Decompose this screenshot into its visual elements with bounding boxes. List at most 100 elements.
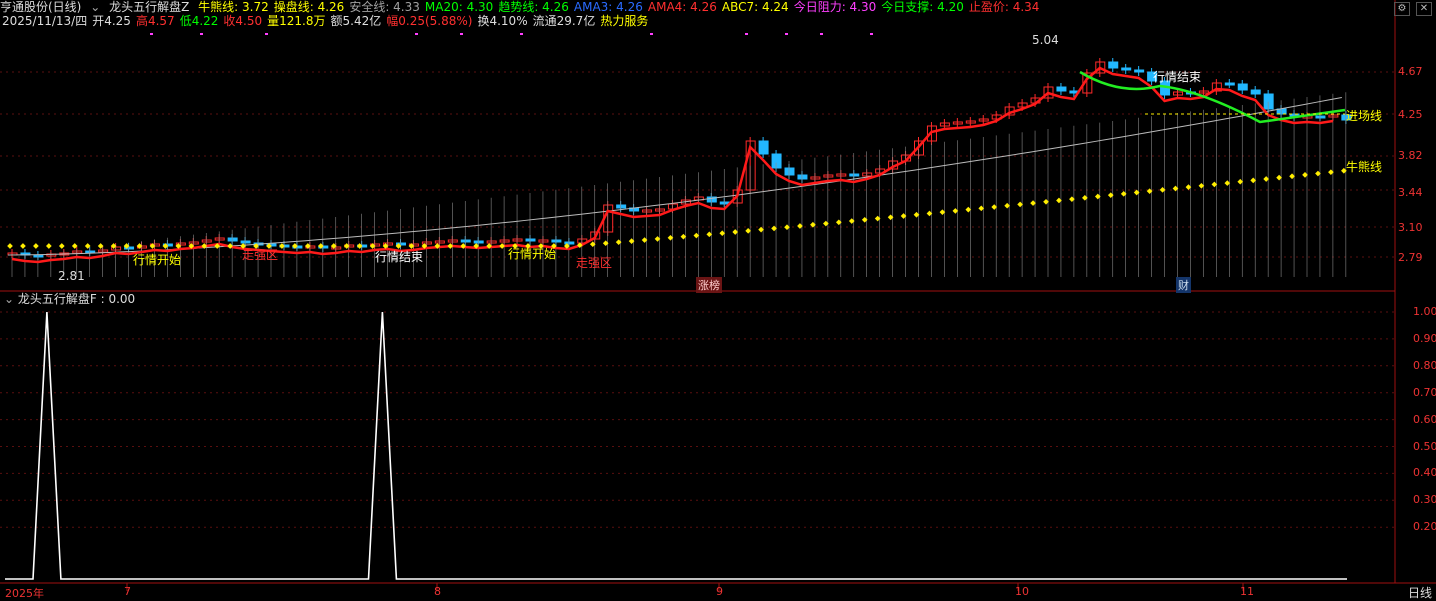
header-item-9: 今日支撑: 4.20 <box>881 0 964 14</box>
indicator-tick: 0.60 <box>1413 412 1436 426</box>
signal-marker <box>650 33 653 35</box>
bull-bear-dot <box>46 243 52 249</box>
header-item-8: 今日阻力: 4.30 <box>793 0 877 14</box>
header-item-2: 安全线: 4.33 <box>349 0 420 14</box>
indicator-header: 亨通股份(日线) ⌄ 龙头五行解盘Z 牛熊线: 3.72 操盘线: 4.26 安全线… <box>0 0 1049 15</box>
settings-icon[interactable]: ⚙ <box>1394 2 1410 16</box>
quote-item-3: 低4.22 <box>179 14 219 28</box>
candle-body <box>1237 83 1248 91</box>
indicator-tick: 0.90 <box>1413 331 1436 345</box>
entry-line-label: 进场线 <box>1346 109 1383 123</box>
candle-body <box>227 237 238 242</box>
signal-marker <box>870 33 873 35</box>
quote-item-1: 开4.25 <box>92 14 131 28</box>
trend-start-label: 行情开始 <box>133 253 182 267</box>
header-item-4: 趋势线: 4.26 <box>498 0 569 14</box>
safety-line <box>7 96 1342 256</box>
trend-end-label: 行情结束 <box>375 250 424 264</box>
price-tick: 3.44 <box>1398 186 1423 199</box>
quote-item-9: 流通29.7亿 <box>532 14 596 28</box>
bull-bear-dot <box>20 243 26 249</box>
candle-body <box>758 140 769 155</box>
date-tick: 7 <box>124 585 131 598</box>
indicator-tick: 0.70 <box>1413 385 1436 399</box>
signal-marker <box>150 33 153 35</box>
period-label[interactable]: 日线 <box>1408 584 1432 601</box>
bull-bear-dot <box>33 243 39 249</box>
trend-end-label-2: 行情结束 <box>1153 70 1202 84</box>
date-tick: 8 <box>434 585 441 598</box>
candle-body <box>784 167 795 176</box>
price-tick: 3.82 <box>1398 149 1423 162</box>
candle-body <box>1108 61 1119 69</box>
quote-item-7: 幅0.25(5.88%) <box>386 14 473 28</box>
signal-marker <box>820 33 823 35</box>
price-tick: 3.10 <box>1398 221 1423 234</box>
quote-item-10: 热力服务 <box>600 14 649 28</box>
trend-start-label-2: 行情开始 <box>508 247 557 261</box>
indicator-tick: 0.20 <box>1413 520 1436 534</box>
header-item-3: MA20: 4.30 <box>424 0 494 14</box>
signal-marker <box>785 33 788 35</box>
indicator-dropdown-icon[interactable]: ⌄ <box>90 0 100 14</box>
candle-body <box>460 239 471 243</box>
high-price-label: 5.04 <box>1032 33 1059 47</box>
sub-panel-title: 龙头五行解盘F : 0.00 <box>17 292 136 306</box>
candle-body <box>1134 69 1145 73</box>
signal-marker <box>520 33 523 35</box>
sub-panel-header: ⌄ 龙头五行解盘F : 0.00 <box>4 292 135 307</box>
signal-marker <box>265 33 268 35</box>
quote-item-2: 高4.57 <box>135 14 175 28</box>
quote-item-0: 2025/11/13/四 <box>2 14 88 28</box>
chart-canvas <box>0 0 1436 591</box>
sub-dropdown-icon[interactable]: ⌄ <box>4 292 14 306</box>
quote-item-8: 换4.10% <box>477 14 528 28</box>
quote-item-5: 量121.8万 <box>267 14 326 28</box>
indicator-series-line <box>5 311 1347 580</box>
low-price-label: 2.81 <box>58 269 85 283</box>
bull-line-label: 牛熊线 <box>1346 160 1383 174</box>
candle-body <box>849 173 860 177</box>
signal-marker <box>415 33 418 35</box>
signal-marker <box>200 33 203 35</box>
signal-marker <box>745 33 748 35</box>
candle-body <box>1056 86 1067 92</box>
window-controls: ⚙ ✕ <box>1394 2 1432 16</box>
date-tick: 9 <box>716 585 723 598</box>
strong-zone-label: 走强区 <box>242 248 279 262</box>
stock-title: 亨通股份(日线) <box>0 0 82 14</box>
header-item-1: 操盘线: 4.26 <box>273 0 345 14</box>
header-item-10: 止盈价: 4.34 <box>968 0 1040 14</box>
candle-body <box>564 241 575 245</box>
indicator-tick: 0.40 <box>1413 466 1436 480</box>
indicator-tick: 0.80 <box>1413 358 1436 372</box>
indicator-tick: 0.30 <box>1413 493 1436 507</box>
strong-zone-label-2: 走强区 <box>576 256 613 270</box>
header-item-0: 牛熊线: 3.72 <box>198 0 269 14</box>
price-tick: 4.67 <box>1398 65 1423 78</box>
price-tick: 2.79 <box>1398 251 1423 264</box>
indicator-tick: 0.50 <box>1413 439 1436 453</box>
header-item-6: AMA4: 4.26 <box>647 0 717 14</box>
quote-row: 2025/11/13/四 开4.25 高4.57 低4.22 收4.50 量121.8万额… <box>2 14 653 29</box>
candle-body <box>473 240 484 244</box>
indicator-tick: 1.00 <box>1413 305 1436 318</box>
candle-body <box>551 239 562 243</box>
bull-bear-dot <box>58 243 65 249</box>
price-tick: 4.25 <box>1398 108 1423 121</box>
candle-body <box>797 174 808 180</box>
quote-item-4: 收4.50 <box>223 14 263 28</box>
date-tick: 11 <box>1240 585 1254 598</box>
candle-body <box>771 153 782 169</box>
candle-body <box>1224 82 1235 86</box>
bull-bear-dot <box>7 243 13 249</box>
signal-marker <box>460 33 463 35</box>
finance-tag[interactable]: 财 <box>1176 277 1191 293</box>
candle-body <box>1263 93 1274 110</box>
candle-body <box>1250 89 1261 95</box>
candle-body <box>525 238 536 242</box>
candle-body <box>1121 67 1132 71</box>
limitup-tag[interactable]: 涨榜 <box>696 277 722 293</box>
close-icon[interactable]: ✕ <box>1416 2 1432 16</box>
candle-body <box>33 254 44 258</box>
